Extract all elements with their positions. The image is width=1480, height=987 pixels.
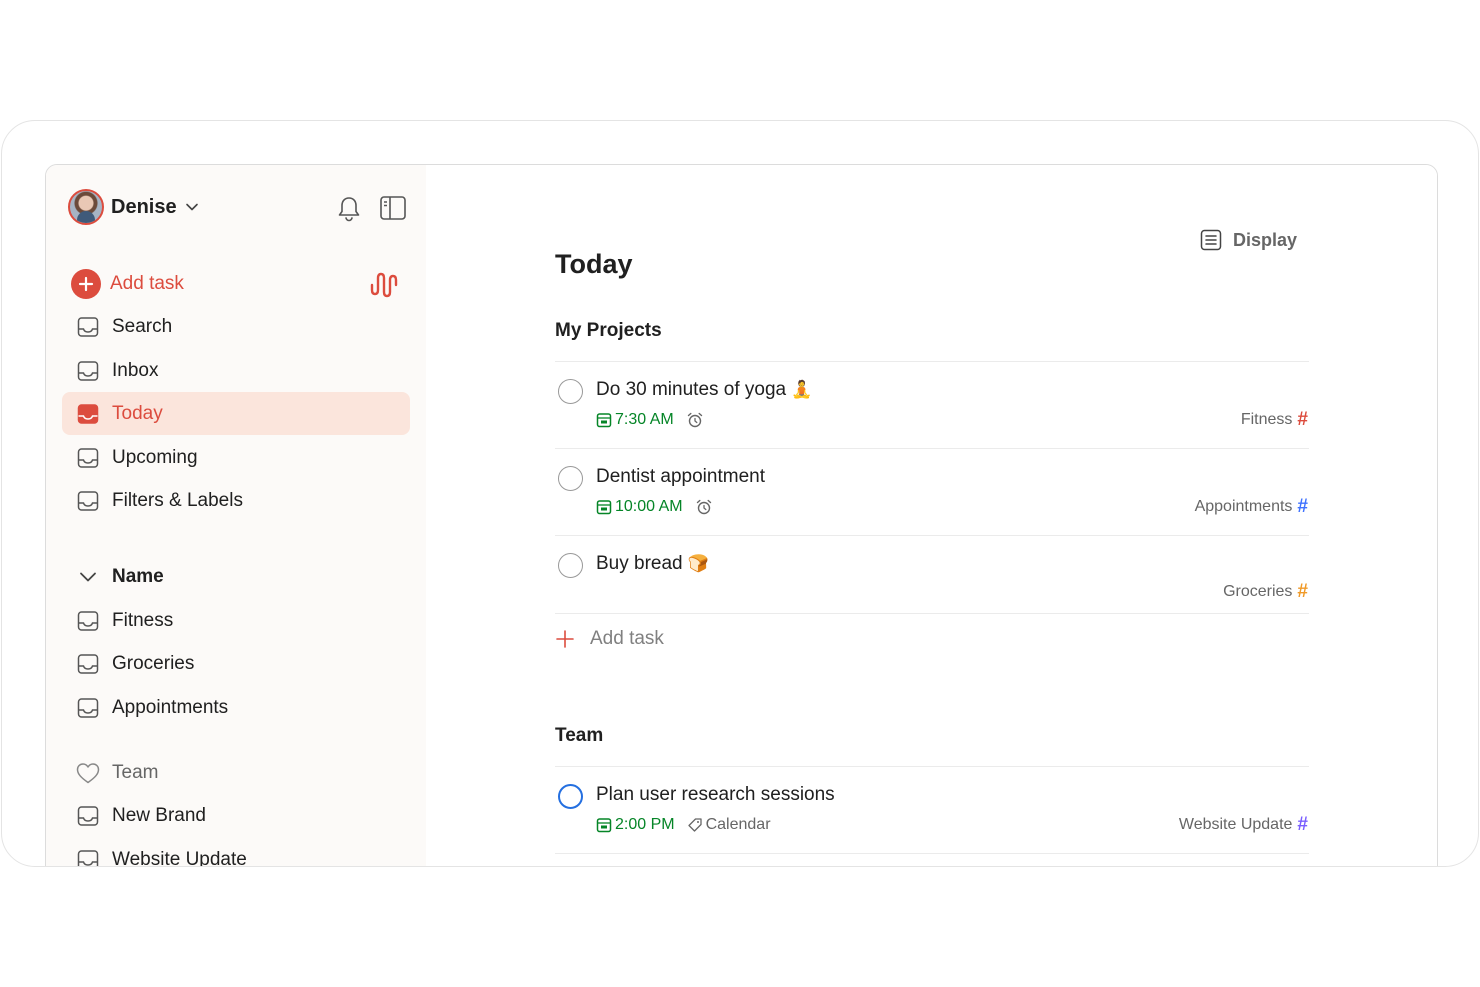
projects-section-header[interactable]: Name	[62, 555, 410, 598]
sidebar-item-label: Appointments	[112, 696, 229, 718]
tray-icon	[77, 653, 99, 674]
sidebar-item-upcoming[interactable]: Upcoming	[62, 436, 410, 479]
sidebar-item-label: Groceries	[112, 652, 195, 674]
section-title: Team	[112, 761, 159, 783]
sidebar-item-appointments[interactable]: Appointments	[62, 686, 410, 729]
avatar	[68, 189, 104, 225]
calendar-icon	[596, 413, 612, 428]
chevron-down-icon	[80, 572, 96, 581]
group-title-team: Team	[555, 725, 604, 746]
task-label[interactable]: Calendar	[706, 816, 771, 834]
bell-icon[interactable]	[336, 195, 362, 223]
sidebar-item-inbox[interactable]: Inbox	[62, 349, 410, 392]
label-tag-icon	[687, 818, 702, 832]
project-hash-icon: #	[1297, 581, 1308, 602]
yoga-emoji: 🧘	[791, 380, 813, 399]
add-task-button[interactable]: Add task	[555, 628, 664, 650]
ramble-voice-icon[interactable]	[370, 270, 398, 300]
group-title-my-projects: My Projects	[555, 320, 662, 341]
tray-icon	[77, 316, 99, 337]
task-checkbox[interactable]	[558, 379, 583, 404]
add-task-label: Add task	[590, 628, 664, 649]
task-item[interactable]: Dentist appointment 10:00 AM Appointment…	[555, 448, 1309, 535]
preview-frame: Denise Add task Search Inbox Today Upcom…	[1, 120, 1479, 867]
heart-icon	[76, 762, 100, 783]
task-meta: 7:30 AM	[596, 411, 704, 429]
sidebar-item-label: Search	[112, 315, 173, 337]
bread-emoji: 🍞	[687, 554, 710, 573]
task-time: 2:00 PM	[615, 816, 675, 833]
sidebar-add-task-button[interactable]: Add task	[62, 262, 410, 305]
divider	[555, 613, 1309, 614]
task-checkbox[interactable]	[558, 553, 583, 578]
section-title: Name	[112, 565, 164, 587]
sidebar-item-filters-labels[interactable]: Filters & Labels	[62, 479, 410, 522]
sidebar-item-today[interactable]: Today	[62, 392, 410, 435]
sidebar-toggle-icon[interactable]	[379, 195, 407, 221]
task-project[interactable]: Groceries #	[1223, 581, 1308, 603]
main-content: Display Today My Projects Do 30 minutes …	[426, 165, 1437, 866]
sidebar-item-fitness[interactable]: Fitness	[62, 599, 410, 642]
task-title: Dentist appointment	[596, 466, 765, 487]
task-title: Do 30 minutes of yoga 🧘	[596, 379, 813, 400]
task-project[interactable]: Appointments #	[1195, 496, 1308, 518]
calendar-icon	[596, 818, 612, 833]
project-hash-icon: #	[1297, 409, 1308, 430]
project-hash-icon: #	[1297, 814, 1308, 835]
plus-icon	[556, 630, 574, 648]
tray-icon	[77, 697, 99, 718]
calendar-icon	[596, 500, 612, 515]
display-button[interactable]: Display	[1199, 228, 1297, 252]
sidebar-item-search[interactable]: Search	[62, 305, 410, 348]
sidebar-item-label: Upcoming	[112, 446, 198, 468]
user-menu[interactable]: Denise	[68, 189, 199, 225]
display-icon	[1200, 229, 1222, 251]
sidebar-item-label: Fitness	[112, 609, 174, 631]
app-window: Denise Add task Search Inbox Today Upcom…	[45, 164, 1438, 867]
sidebar-item-label: Today	[112, 402, 163, 424]
sidebar-item-groceries[interactable]: Groceries	[62, 642, 410, 685]
alarm-icon	[696, 499, 711, 515]
tray-icon	[77, 360, 99, 381]
page-title: Today	[555, 249, 633, 279]
sidebar-item-website-update[interactable]: Website Update	[62, 838, 410, 867]
tray-icon	[77, 490, 99, 511]
sidebar-item-label: Website Update	[112, 848, 247, 867]
sidebar-item-label: Filters & Labels	[112, 489, 243, 511]
sidebar-item-label: Inbox	[112, 359, 159, 381]
task-title: Buy bread 🍞	[596, 553, 710, 574]
alarm-icon	[687, 412, 702, 428]
task-time: 10:00 AM	[615, 498, 683, 515]
add-icon	[70, 268, 102, 299]
divider	[555, 853, 1309, 854]
tray-icon	[77, 610, 99, 631]
tray-icon	[77, 403, 99, 424]
sidebar: Denise Add task Search Inbox Today Upcom…	[46, 165, 426, 867]
task-item[interactable]: Plan user research sessions 2:00 PM Cale…	[555, 766, 1309, 853]
task-project[interactable]: Fitness #	[1241, 409, 1308, 431]
task-title: Plan user research sessions	[596, 784, 835, 805]
task-item[interactable]: Do 30 minutes of yoga 🧘 7:30 AM Fitness #	[555, 361, 1309, 448]
task-meta: 2:00 PM Calendar	[596, 816, 771, 834]
project-hash-icon: #	[1297, 496, 1308, 517]
chevron-down-icon	[185, 203, 198, 211]
task-item[interactable]: Buy bread 🍞 Groceries #	[555, 535, 1309, 613]
team-section-header[interactable]: Team	[62, 751, 410, 794]
task-checkbox[interactable]	[558, 466, 583, 491]
display-label: Display	[1233, 229, 1298, 250]
task-time: 7:30 AM	[615, 411, 674, 428]
sidebar-item-label: New Brand	[112, 804, 206, 826]
sidebar-item-new-brand[interactable]: New Brand	[62, 794, 410, 837]
task-checkbox[interactable]	[558, 784, 583, 809]
task-meta: 10:00 AM	[596, 498, 713, 516]
user-name: Denise	[111, 195, 177, 218]
tray-icon	[77, 447, 99, 468]
add-task-label: Add task	[110, 272, 184, 294]
tray-icon	[77, 849, 99, 866]
task-project[interactable]: Website Update #	[1179, 814, 1308, 836]
tray-icon	[77, 805, 99, 826]
